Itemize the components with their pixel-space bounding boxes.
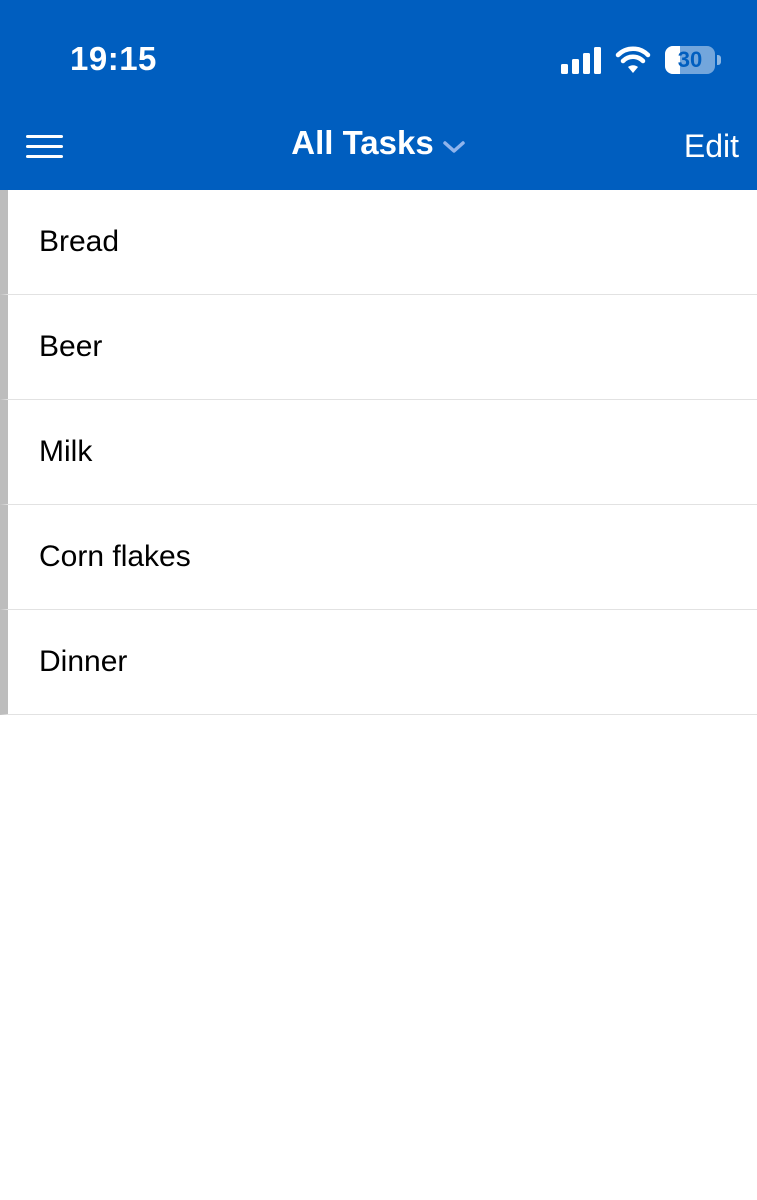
battery-level: 30 — [677, 47, 703, 72]
task-label: Corn flakes — [39, 540, 191, 573]
task-label: Bread — [39, 225, 120, 258]
edit-button[interactable]: Edit — [684, 128, 739, 165]
task-row[interactable]: Beer — [0, 295, 757, 400]
task-row[interactable]: Milk — [0, 400, 757, 505]
task-row[interactable]: Dinner — [0, 610, 757, 715]
chevron-down-icon — [442, 141, 465, 153]
list-selector[interactable]: All Tasks — [0, 124, 757, 162]
task-label: Milk — [39, 435, 93, 468]
battery-body: 30 — [665, 46, 715, 74]
battery-icon: 30 — [665, 45, 721, 75]
status-icons: 30 — [561, 44, 721, 76]
task-label: Beer — [39, 330, 103, 363]
nav-title: All Tasks — [291, 124, 434, 161]
task-label: Dinner — [39, 645, 128, 678]
task-list: Bread Beer Milk Corn flakes Dinner — [0, 190, 757, 715]
task-row[interactable]: Bread — [0, 190, 757, 295]
task-row[interactable]: Corn flakes — [0, 505, 757, 610]
cellular-signal-icon — [561, 47, 601, 74]
app-screen: 19:15 30 All Tasks Edit Bread Beer Milk … — [0, 0, 757, 1200]
battery-nub — [717, 55, 721, 65]
header: 19:15 30 All Tasks Edit — [0, 0, 757, 190]
wifi-icon — [615, 46, 651, 73]
status-time: 19:15 — [70, 40, 157, 77]
